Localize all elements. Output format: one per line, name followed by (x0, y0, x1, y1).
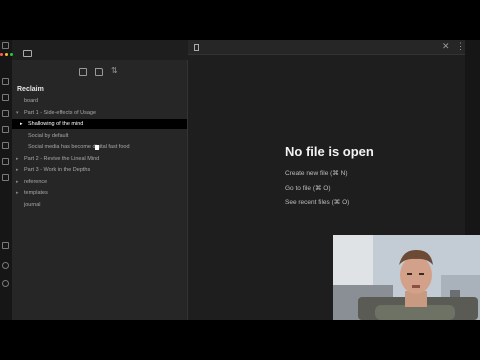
tree-folder-row[interactable]: ▸ templates (12, 188, 187, 198)
sidebar-tab-header (12, 40, 187, 60)
minimize-window-icon[interactable] (5, 53, 8, 56)
tree-folder-row[interactable]: board (12, 96, 187, 106)
folder-tab-icon[interactable] (23, 50, 32, 57)
create-new-file-link[interactable]: Create new file (⌘ N) (285, 169, 348, 177)
tree-file-row[interactable]: Social by default (12, 131, 187, 141)
tree-item-label: Part 1 - Side-effects of Usage (24, 109, 97, 116)
sort-icon[interactable]: ⇅ (111, 66, 118, 75)
tree-folder-row[interactable]: ▸ Part 3 - Work in the Depths (12, 165, 187, 175)
tree-file-row[interactable]: Social media has become digital fast foo… (12, 142, 187, 152)
window-controls (0, 43, 15, 61)
tree-folder-row[interactable]: ▸ Part 2 - Revive the Lineal Mind (12, 154, 187, 164)
graph-icon[interactable] (2, 110, 9, 117)
tree-folder-row[interactable]: ▾ Part 1 - Side-effects of Usage (12, 108, 187, 118)
tree-item-label: Social media has become digital fast foo… (28, 144, 130, 150)
tree-folder-row[interactable]: journal (12, 200, 187, 210)
vault-icon[interactable] (2, 242, 9, 249)
close-window-icon[interactable] (0, 53, 3, 56)
tree-item-label: Social by default (28, 132, 69, 139)
tab-bar: ✕ ⋮ (188, 40, 465, 55)
vault-name: Reclaim (17, 86, 44, 93)
expand-arrow-icon[interactable]: ▸ (16, 165, 19, 175)
help-icon[interactable] (2, 262, 9, 269)
webcam-overlay (333, 235, 480, 320)
more-icon[interactable]: ⋮ (456, 41, 465, 52)
tree-item-label: journal (24, 201, 41, 208)
settings-icon[interactable] (2, 280, 9, 287)
go-to-file-link[interactable]: Go to file (⌘ O) (285, 184, 331, 192)
zoom-window-icon[interactable] (10, 53, 13, 56)
calendar-icon[interactable] (2, 126, 9, 133)
tree-item-label: reference (24, 178, 48, 185)
daily-note-icon[interactable] (2, 142, 9, 149)
expand-arrow-icon[interactable]: ▸ (16, 188, 19, 198)
expand-arrow-icon[interactable]: ▸ (20, 119, 23, 129)
close-icon[interactable]: ✕ (442, 41, 450, 52)
command-icon[interactable] (2, 158, 9, 165)
file-icon[interactable] (194, 44, 199, 51)
webcam-person-image (333, 235, 480, 320)
tree-item-label: templates (24, 190, 48, 196)
new-folder-icon[interactable] (95, 68, 103, 76)
file-explorer: ⇅ Reclaim board ▾ Part 1 - Side-effects of… (12, 60, 188, 320)
tree-item-label: Part 3 - Work in the Depths (24, 167, 91, 173)
expand-arrow-icon[interactable]: ▾ (16, 108, 19, 118)
tree-folder-row[interactable]: ▸ reference (12, 177, 187, 187)
tree-item-label: board (24, 98, 39, 104)
expand-arrow-icon[interactable]: ▸ (16, 177, 19, 187)
template-icon[interactable] (2, 174, 9, 181)
mouse-cursor (95, 145, 99, 150)
recent-files-link[interactable]: See recent files (⌘ O) (285, 198, 349, 206)
empty-state-title: No file is open (285, 144, 374, 159)
new-note-icon[interactable] (79, 68, 87, 76)
tree-item-label: Part 2 - Revive the Lineal Mind (24, 155, 100, 162)
expand-arrow-icon[interactable]: ▸ (16, 154, 19, 164)
tree-item-label: Shallowing of the mind (28, 121, 84, 127)
files-icon[interactable] (2, 78, 9, 85)
search-icon[interactable] (2, 94, 9, 101)
tree-file-row[interactable]: ▸ Shallowing of the mind (12, 119, 187, 129)
